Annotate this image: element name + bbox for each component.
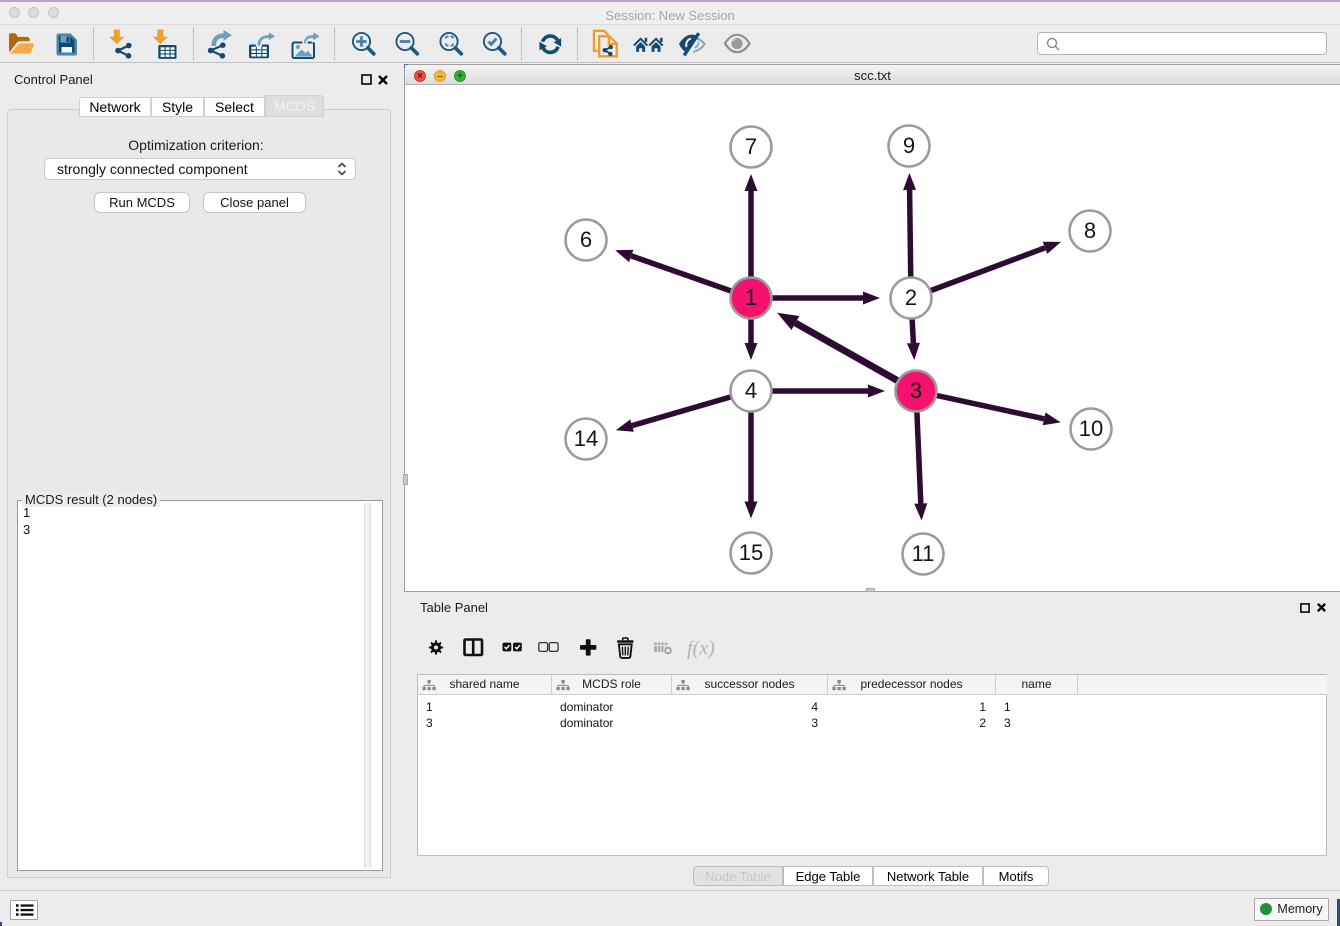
svg-text:8: 8 xyxy=(1084,218,1096,243)
svg-text:4: 4 xyxy=(745,378,757,403)
svg-text:10: 10 xyxy=(1079,416,1103,441)
svg-text:2: 2 xyxy=(905,285,917,310)
svg-text:1: 1 xyxy=(745,285,757,310)
svg-text:3: 3 xyxy=(910,378,922,403)
svg-text:6: 6 xyxy=(580,227,592,252)
svg-text:15: 15 xyxy=(739,540,763,565)
svg-text:7: 7 xyxy=(745,134,757,159)
svg-text:9: 9 xyxy=(903,133,915,158)
svg-text:f(x): f(x) xyxy=(687,638,715,660)
svg-text:11: 11 xyxy=(912,541,935,566)
svg-text:14: 14 xyxy=(574,426,598,451)
